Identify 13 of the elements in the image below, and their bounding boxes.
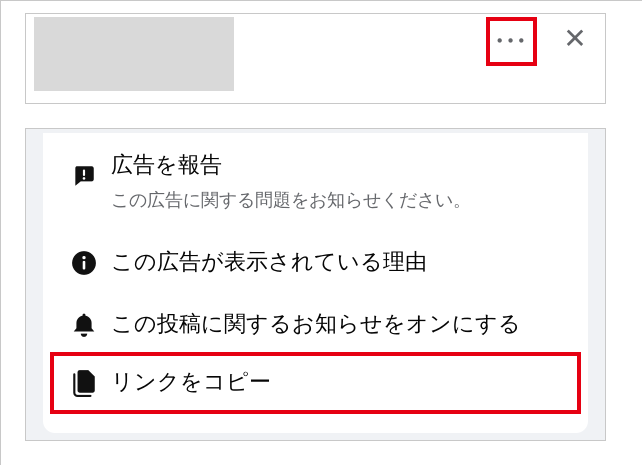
info-icon	[71, 250, 97, 276]
menu-item-title: この広告が表示されている理由	[111, 249, 427, 277]
close-button[interactable]: ✕	[557, 21, 593, 57]
menu-item[interactable]: リンクをコピー	[50, 352, 581, 414]
menu-item-title: この投稿に関するお知らせをオンにする	[111, 311, 521, 339]
menu-item-subtitle: この広告に関する問題をお知らせください。	[111, 189, 471, 213]
bell-icon	[71, 312, 97, 338]
menu-item[interactable]: 広告を報告 この広告に関する問題をお知らせください。	[50, 143, 581, 232]
menu-item[interactable]: この広告が表示されている理由	[50, 232, 581, 294]
more-button[interactable]: •••	[486, 17, 537, 66]
menu-item-title: 広告を報告	[111, 152, 223, 180]
copy-icon	[71, 369, 97, 397]
menu-item-title: リンクをコピー	[111, 369, 271, 397]
